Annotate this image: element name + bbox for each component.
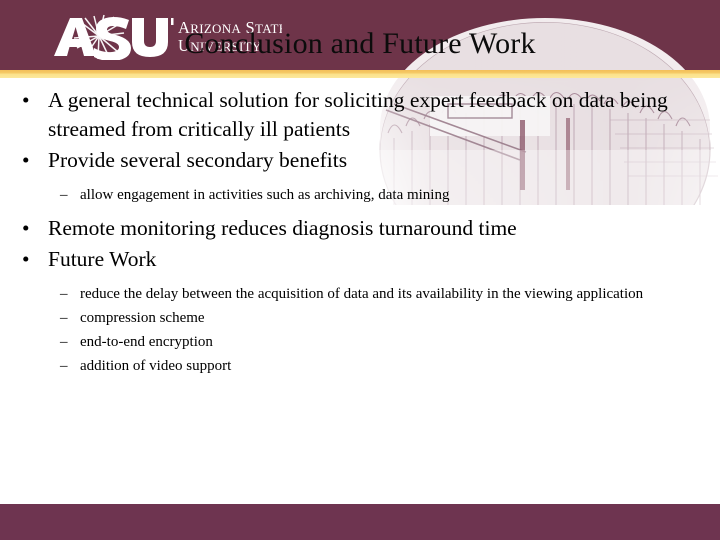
sub-bullet-item: – allow engagement in activities such as… (0, 184, 720, 207)
sub-bullet-list: – allow engagement in activities such as… (0, 184, 720, 207)
sub-bullet-item: – compression scheme (0, 307, 720, 330)
sub-bullet-group: – allow engagement in activities such as… (0, 177, 720, 214)
slide-title: Conclusion and Future Work (184, 27, 536, 60)
sub-bullet-glyph: – (60, 286, 68, 302)
sub-bullet-item: – reduce the delay between the acquisiti… (0, 283, 720, 306)
sub-bullet-glyph: – (60, 334, 68, 350)
slide-footer-band (0, 504, 720, 540)
bullet-item: • A general technical solution for solic… (0, 86, 720, 144)
sub-bullet-text: allow engagement in activities such as a… (80, 187, 450, 203)
bullet-text: A general technical solution for solicit… (48, 88, 668, 141)
bullet-list: • A general technical solution for solic… (0, 86, 720, 378)
bullet-glyph: • (22, 88, 30, 112)
bullet-glyph: • (22, 247, 30, 271)
sub-bullet-item: – end-to-end encryption (0, 331, 720, 354)
sub-bullet-text: compression scheme (80, 310, 205, 326)
bullet-glyph: • (22, 216, 30, 240)
sub-bullet-item: – addition of video support (0, 355, 720, 378)
sub-bullet-group: – reduce the delay between the acquisiti… (0, 276, 720, 378)
presentation-slide: ARIZONA STATE UNIVERSITY Conclusion and … (0, 0, 720, 540)
bullet-item: • Remote monitoring reduces diagnosis tu… (0, 214, 720, 243)
sub-bullet-text: reduce the delay between the acquisition… (80, 286, 644, 302)
bullet-text: Remote monitoring reduces diagnosis turn… (48, 216, 517, 240)
bullet-text: Future Work (48, 247, 157, 271)
slide-body: • A general technical solution for solic… (0, 86, 720, 486)
sub-bullet-glyph: – (60, 310, 68, 326)
bullet-item: • Future Work (0, 245, 720, 274)
sub-bullet-glyph: – (60, 187, 68, 203)
bullet-item: • Provide several secondary benefits (0, 146, 720, 175)
bullet-glyph: • (22, 148, 30, 172)
gold-divider-rule (0, 70, 720, 78)
sub-bullet-glyph: – (60, 358, 68, 374)
sub-bullet-text: addition of video support (80, 358, 232, 374)
sub-bullet-text: end-to-end encryption (80, 334, 213, 350)
bullet-text: Provide several secondary benefits (48, 148, 348, 172)
sub-bullet-list: – reduce the delay between the acquisiti… (0, 283, 720, 378)
